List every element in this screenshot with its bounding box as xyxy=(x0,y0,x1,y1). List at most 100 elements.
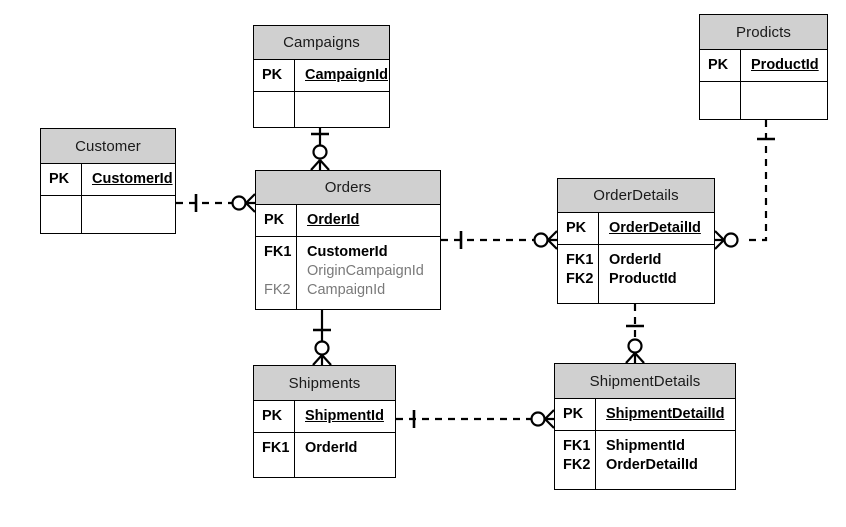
key-label: FK1 xyxy=(566,252,594,268)
field-name: OrderId xyxy=(307,212,360,228)
name-column: ShipmentId OrderDetailId xyxy=(596,431,735,489)
relationship-orderdetails-shipmentdetails xyxy=(625,304,645,364)
field-name: CustomerId xyxy=(92,171,173,187)
attr-group-attributes xyxy=(254,92,389,127)
cardinality-many-crowfoot xyxy=(714,230,725,250)
key-column: FK1 xyxy=(254,433,295,477)
attr-group-primary-key: PK CampaignId xyxy=(254,60,389,92)
name-column xyxy=(741,82,827,119)
cardinality-zero-circle xyxy=(530,411,546,427)
key-column: PK xyxy=(254,401,295,432)
cardinality-zero-circle xyxy=(314,340,330,356)
entity-title-orders: Orders xyxy=(256,171,440,205)
cardinality-zero-circle xyxy=(627,338,643,354)
key-column: PK xyxy=(254,60,295,91)
entity-customer[interactable]: Customer PK CustomerId xyxy=(40,128,176,234)
name-column: OrderId xyxy=(297,205,440,236)
key-label: FK2 xyxy=(566,271,594,287)
key-label: FK2 xyxy=(563,457,591,473)
entity-campaigns[interactable]: Campaigns PK CampaignId xyxy=(253,25,390,128)
field-name: CampaignId xyxy=(307,282,386,298)
entity-title-shipments: Shipments xyxy=(254,366,395,401)
entity-shipmentdetails[interactable]: ShipmentDetails PK ShipmentDetailId FK1 … xyxy=(554,363,736,490)
key-label: PK xyxy=(264,212,285,228)
attr-group-attributes: FK1 FK2 ShipmentId OrderDetailId xyxy=(555,431,735,489)
key-column xyxy=(41,196,82,233)
cardinality-many-crowfoot xyxy=(245,193,256,213)
name-column: ShipmentDetailId xyxy=(596,399,735,430)
relationship-customer-orders xyxy=(176,193,256,213)
entity-title-campaigns: Campaigns xyxy=(254,26,389,60)
attr-group-attributes: FK1 . FK2 CustomerId OriginCampaignId Ca… xyxy=(256,237,440,309)
key-column: PK xyxy=(256,205,297,236)
entity-title-shipmentdetails: ShipmentDetails xyxy=(555,364,735,399)
name-column: OrderDetailId xyxy=(599,213,714,244)
entity-shipments[interactable]: Shipments PK ShipmentId FK1 OrderId xyxy=(253,365,396,478)
field-name: OrderId xyxy=(305,440,358,456)
attr-group-primary-key: PK ShipmentDetailId xyxy=(555,399,735,431)
cardinality-zero-circle xyxy=(231,195,247,211)
key-column: PK xyxy=(700,50,741,81)
key-column: FK1 FK2 xyxy=(555,431,596,489)
entity-orderdetails[interactable]: OrderDetails PK OrderDetailId FK1 FK2 Or… xyxy=(557,178,715,304)
key-column: PK xyxy=(555,399,596,430)
name-column xyxy=(82,196,175,233)
relationship-campaigns-orders xyxy=(310,128,330,171)
cardinality-many-crowfoot xyxy=(312,354,332,366)
attr-group-primary-key: PK OrderDetailId xyxy=(558,213,714,245)
key-label: PK xyxy=(49,171,70,187)
field-name: OrderId xyxy=(609,252,662,268)
key-label: FK1 xyxy=(264,244,292,260)
field-name: ProductId xyxy=(751,57,819,73)
entity-title-customer: Customer xyxy=(41,129,175,164)
field-name: OriginCampaignId xyxy=(307,263,424,279)
relationship-orders-orderdetails xyxy=(441,230,558,250)
name-column: CustomerId xyxy=(82,164,175,195)
key-label: FK1 xyxy=(563,438,591,454)
key-label: PK xyxy=(262,67,283,83)
key-label: FK1 xyxy=(262,440,290,456)
name-column: ShipmentId xyxy=(295,401,395,432)
key-column: FK1 . FK2 xyxy=(256,237,297,309)
field-name: ShipmentId xyxy=(305,408,384,424)
key-label: PK xyxy=(262,408,283,424)
key-column xyxy=(254,92,295,127)
key-label: PK xyxy=(708,57,729,73)
key-label: PK xyxy=(563,406,584,422)
name-column: OrderId ProductId xyxy=(599,245,714,303)
field-name: ShipmentDetailId xyxy=(606,406,725,422)
field-name: OrderDetailId xyxy=(609,220,701,236)
cardinality-many-crowfoot xyxy=(547,230,558,250)
cardinality-many-crowfoot xyxy=(544,409,555,429)
key-column: PK xyxy=(41,164,82,195)
key-column xyxy=(700,82,741,119)
field-name: ProductId xyxy=(609,271,677,287)
name-column: CustomerId OriginCampaignId CampaignId xyxy=(297,237,440,309)
name-column: ProductId xyxy=(741,50,827,81)
attr-group-primary-key: PK CustomerId xyxy=(41,164,175,196)
key-label: PK xyxy=(566,220,587,236)
attr-group-attributes: FK1 FK2 OrderId ProductId xyxy=(558,245,714,303)
key-column: FK1 FK2 xyxy=(558,245,599,303)
entity-prodicts[interactable]: Prodicts PK ProductId xyxy=(699,14,828,120)
attr-group-primary-key: PK ShipmentId xyxy=(254,401,395,433)
name-column: OrderId xyxy=(295,433,395,477)
key-label: FK2 xyxy=(264,282,291,298)
relationship-prodicts-orderdetails xyxy=(714,120,775,250)
attr-group-primary-key: PK OrderId xyxy=(256,205,440,237)
er-diagram: Customer PK CustomerId Campaigns PK Camp… xyxy=(0,0,846,527)
entity-title-prodicts: Prodicts xyxy=(700,15,827,50)
name-column xyxy=(295,92,389,127)
entity-orders[interactable]: Orders PK OrderId FK1 . FK2 CustomerId O… xyxy=(255,170,441,310)
attr-group-attributes: FK1 OrderId xyxy=(254,433,395,477)
attr-group-primary-key: PK ProductId xyxy=(700,50,827,82)
cardinality-many-crowfoot xyxy=(310,159,330,171)
name-column: CampaignId xyxy=(295,60,389,91)
field-name: CustomerId xyxy=(307,244,388,260)
cardinality-zero-circle xyxy=(723,232,739,248)
field-name: ShipmentId xyxy=(606,438,685,454)
key-column: PK xyxy=(558,213,599,244)
cardinality-many-crowfoot xyxy=(625,352,645,364)
attr-group-attributes xyxy=(700,82,827,119)
relationship-orders-shipments xyxy=(312,310,332,366)
